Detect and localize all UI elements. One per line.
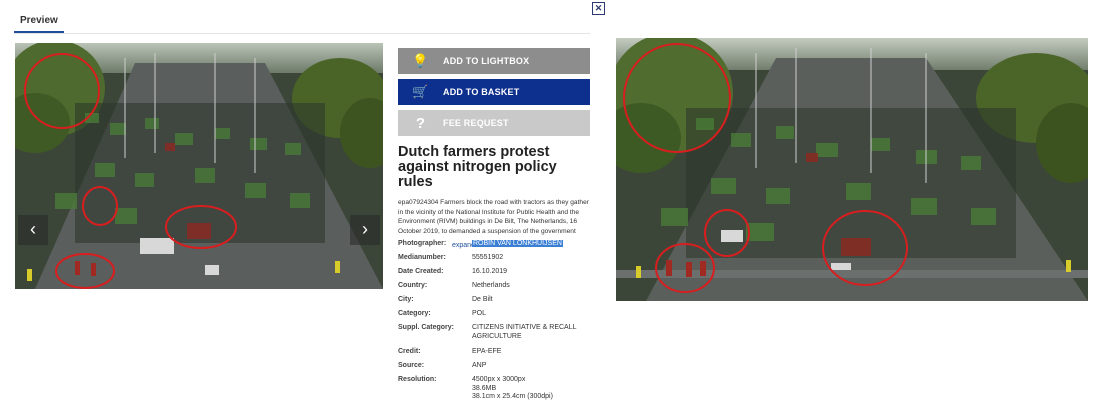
add-to-lightbox-label: ADD TO LIGHTBOX [443,56,530,66]
meta-value: 55551902 [472,254,504,261]
meta-value: 4500px x 3000px 38.6MB 38.1cm x 25.4cm (… [472,376,553,400]
meta-key: Country: [398,282,428,289]
meta-key: Date Created: [398,268,444,275]
tractor-protest-photo-large [616,38,1088,301]
meta-value: Netherlands [472,282,510,289]
tab-preview[interactable]: Preview [14,8,64,33]
tab-bar: Preview [14,8,590,34]
add-to-basket-label: ADD TO BASKET [443,87,520,97]
meta-row-source: Source: ANP [398,362,598,376]
tractor-protest-photo [15,43,383,289]
meta-key: Resolution: [398,376,437,383]
meta-row-country: Country: Netherlands [398,282,598,296]
meta-key: Photographer: [398,240,447,247]
meta-value: 16.10.2019 [472,268,508,275]
fee-request-button[interactable]: ? FEE REQUEST [398,110,590,136]
add-to-lightbox-button[interactable]: 💡 ADD TO LIGHTBOX [398,48,590,74]
chevron-right-icon[interactable]: › [350,215,380,245]
article-caption: epa07924304 Farmers block the road with … [398,199,589,235]
chevron-left-icon[interactable]: ‹ [18,215,48,245]
lightbulb-icon: 💡 [412,53,429,68]
meta-value: EPA-EFE [472,348,502,355]
annotated-photo [616,38,1088,301]
meta-row-city: City: De Bilt [398,296,598,310]
meta-value: ANP [472,362,487,369]
meta-value: CITIZENS INITIATIVE & RECALL AGRICULTURE [472,324,577,340]
meta-key: Medianumber: [398,254,446,261]
preview-photo [15,43,383,289]
article-title: Dutch farmers protest against nitrogen p… [398,144,557,190]
meta-value[interactable]: ROBIN VAN LONKHUIJSEN [472,240,563,247]
meta-key: Suppl. Category: [398,324,455,331]
fee-request-label: FEE REQUEST [443,118,509,128]
metadata-table: Photographer: ROBIN VAN LONKHUIJSEN Medi… [398,240,598,402]
meta-row-date: Date Created: 16.10.2019 [398,268,598,282]
meta-key: Source: [398,362,425,369]
meta-row-photographer: Photographer: ROBIN VAN LONKHUIJSEN [398,240,598,254]
meta-row-category: Category: POL [398,310,598,324]
question-icon: ? [415,114,426,132]
meta-key: Credit: [398,348,421,355]
meta-row-mediannumber: Medianumber: 55551902 [398,254,598,268]
meta-value: De Bilt [472,296,493,303]
close-icon[interactable]: ✕ [592,2,605,15]
meta-row-suppl-category: Suppl. Category: CITIZENS INITIATIVE & R… [398,324,598,348]
meta-value: POL [472,310,487,317]
meta-key: City: [398,296,414,303]
cart-icon: 🛒 [412,84,429,99]
meta-row-credit: Credit: EPA-EFE [398,348,598,362]
add-to-basket-button[interactable]: 🛒 ADD TO BASKET [398,79,590,105]
meta-row-resolution: Resolution: 4500px x 3000px 38.6MB 38.1c… [398,376,598,402]
meta-key: Category: [398,310,431,317]
image-info-panel: 💡 ADD TO LIGHTBOX 🛒 ADD TO BASKET ? FEE … [398,48,590,249]
